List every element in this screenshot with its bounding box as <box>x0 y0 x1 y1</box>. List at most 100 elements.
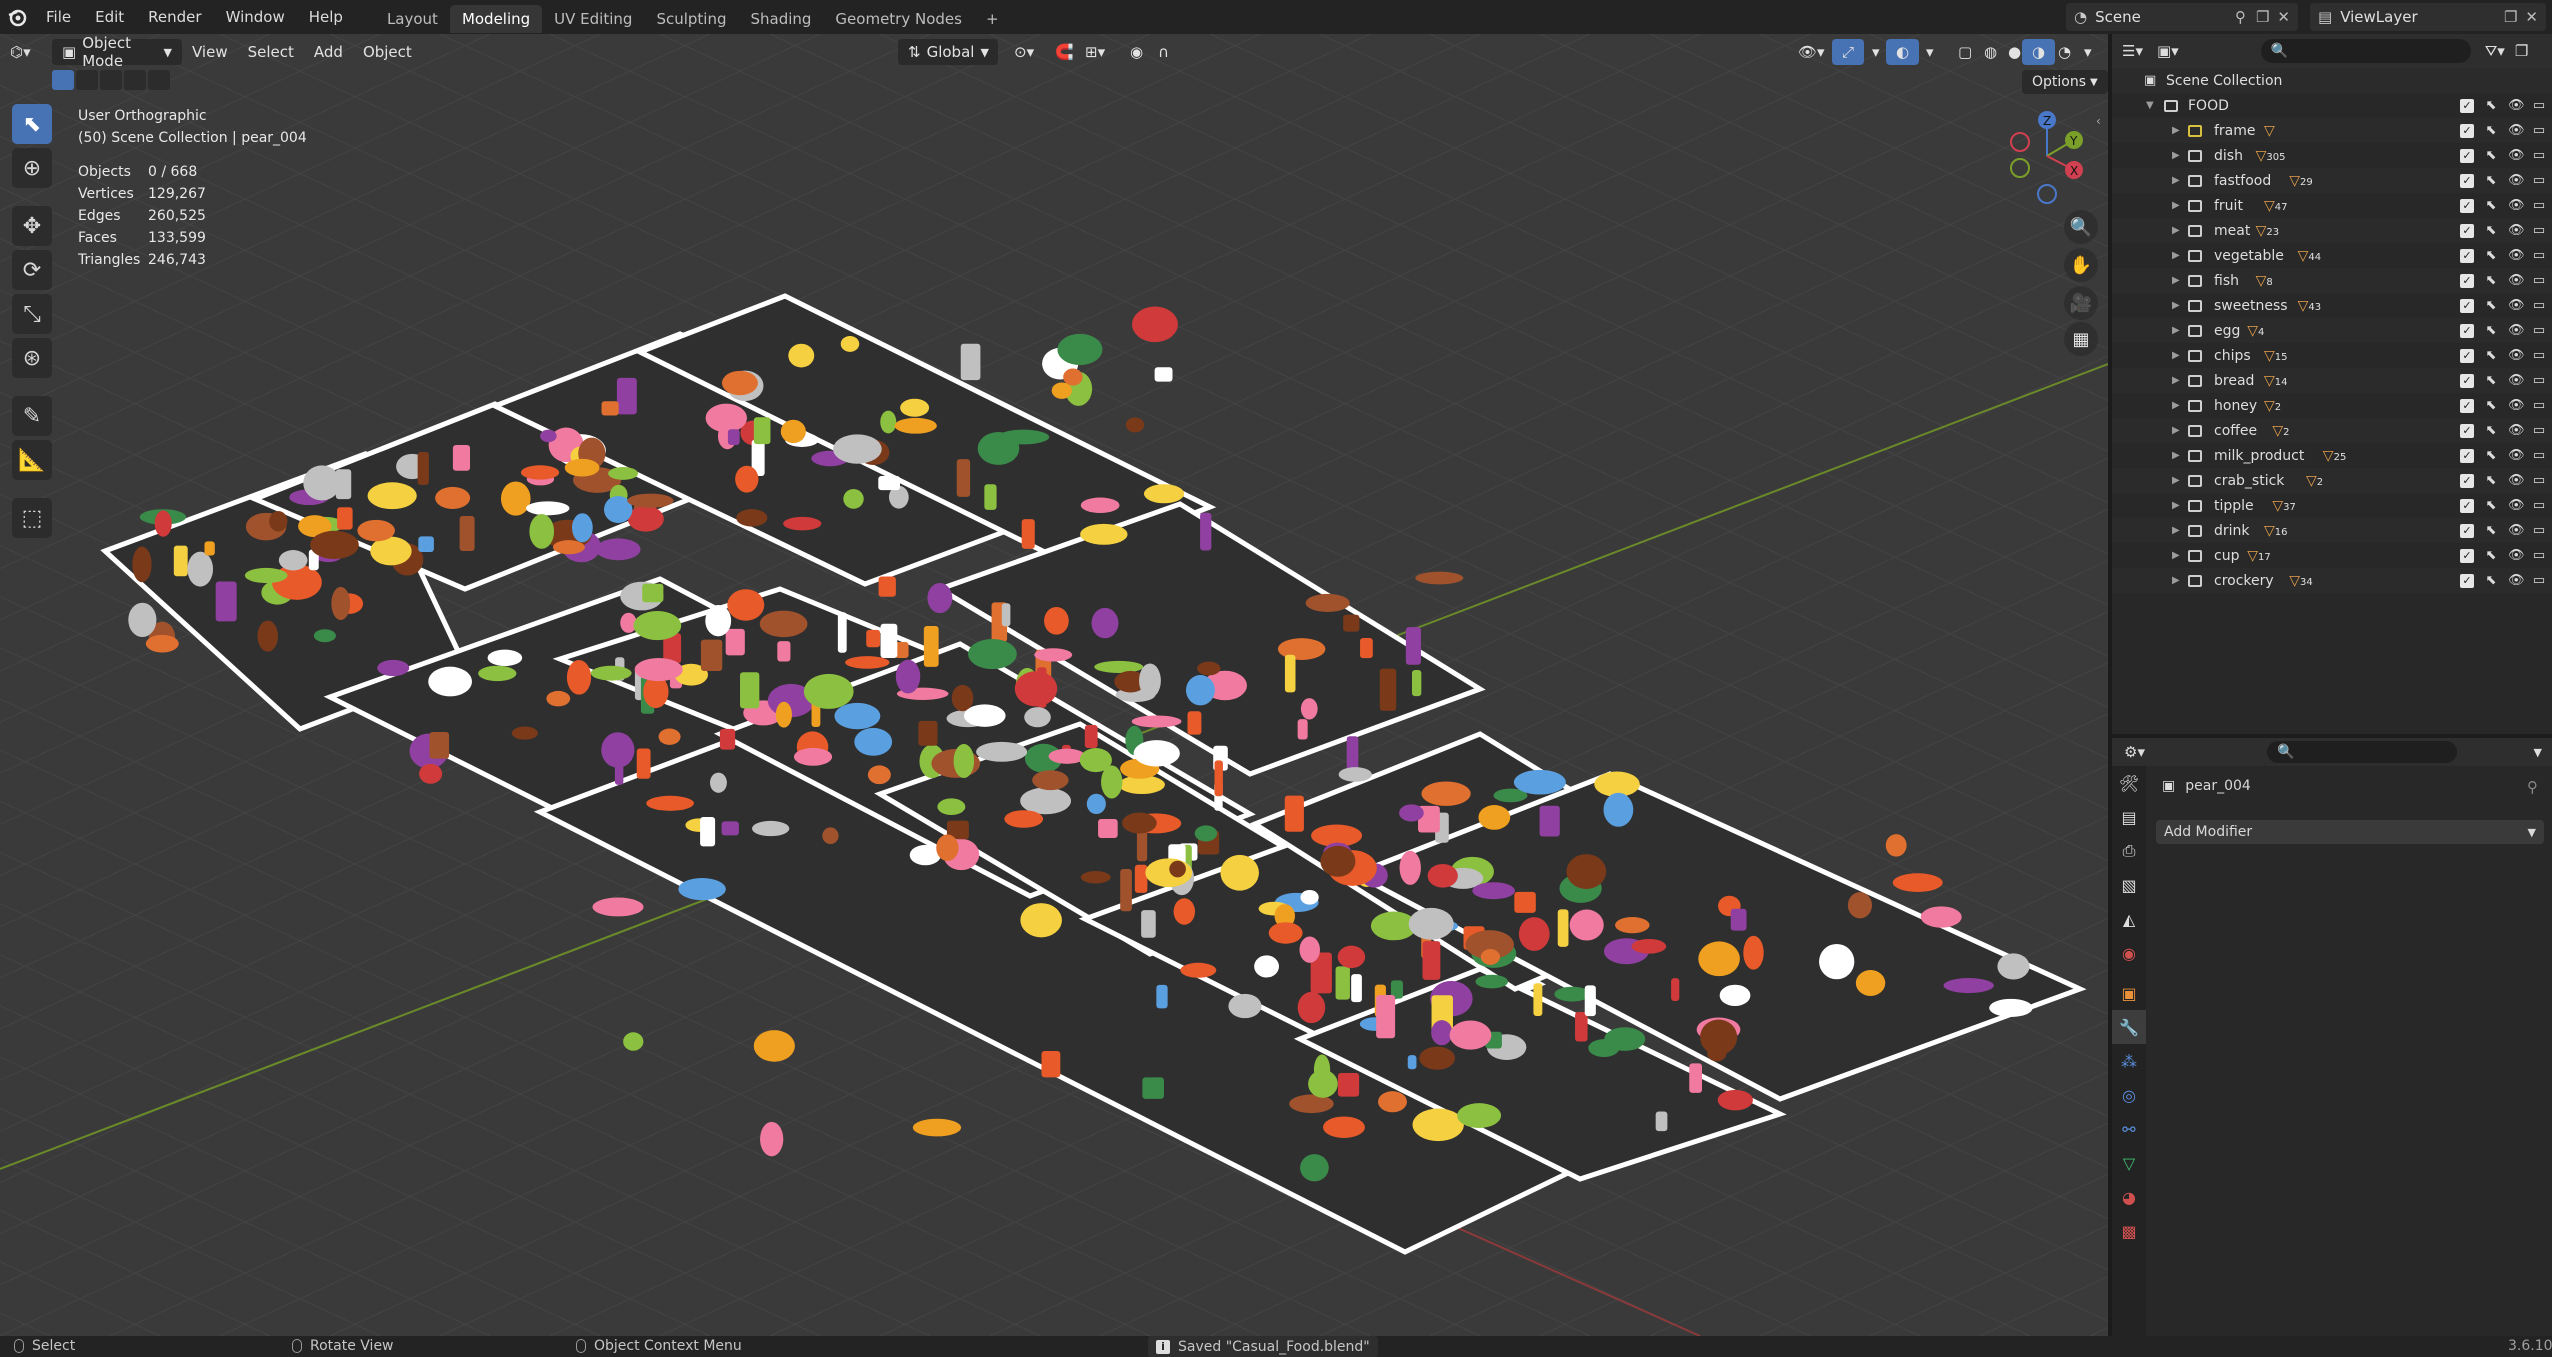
food-object[interactable] <box>1411 669 1422 697</box>
food-object[interactable] <box>244 567 288 584</box>
food-object[interactable] <box>1566 854 1607 889</box>
food-object[interactable] <box>590 665 632 681</box>
food-object[interactable] <box>377 659 410 677</box>
selectable-arrow-icon[interactable]: ⬉ <box>2484 373 2498 388</box>
expand-arrow-icon[interactable]: ▶ <box>2172 150 2180 161</box>
food-object[interactable] <box>1169 860 1186 878</box>
food-object[interactable] <box>1337 945 1366 969</box>
food-object[interactable] <box>1427 863 1458 888</box>
delete-scene-icon[interactable]: ✕ <box>2277 8 2290 26</box>
food-object[interactable] <box>1086 793 1106 815</box>
properties-editor-icon[interactable]: ⚙▾ <box>2124 743 2145 761</box>
pin-icon[interactable]: ⚲ <box>2527 778 2538 796</box>
food-object[interactable] <box>1717 1089 1753 1111</box>
gizmo-toggle-icon[interactable]: ⤢ <box>1832 39 1865 65</box>
food-object[interactable] <box>1847 892 1873 919</box>
food-object[interactable] <box>1004 810 1044 828</box>
render-monitor-icon[interactable]: ▭ <box>2532 248 2546 263</box>
food-object[interactable] <box>1588 1039 1620 1057</box>
food-object[interactable] <box>894 417 937 434</box>
food-object[interactable] <box>1671 978 1680 1002</box>
food-object[interactable] <box>984 484 997 510</box>
eye-icon[interactable]: 👁 <box>2508 98 2525 113</box>
food-object[interactable] <box>1187 711 1202 735</box>
food-object[interactable] <box>1134 864 1148 893</box>
mesh-count-badge[interactable]: ▽25 <box>2323 448 2347 464</box>
selectable-arrow-icon[interactable]: ⬉ <box>2484 498 2498 513</box>
food-object[interactable] <box>1415 571 1464 585</box>
food-object[interactable] <box>595 538 641 561</box>
food-object[interactable] <box>1405 627 1421 665</box>
food-object[interactable] <box>633 611 682 641</box>
food-object[interactable] <box>1143 484 1185 504</box>
exclude-checkbox[interactable]: ✓ <box>2460 123 2474 138</box>
food-object[interactable] <box>1024 707 1051 728</box>
food-object[interactable] <box>540 429 557 443</box>
food-object[interactable] <box>725 628 745 656</box>
tab-output[interactable]: ⎙ <box>2112 834 2146 868</box>
food-object[interactable] <box>487 649 523 667</box>
food-object[interactable] <box>923 626 939 667</box>
food-object[interactable] <box>1689 1063 1702 1093</box>
perspective-toggle-icon[interactable]: ▦ <box>2064 322 2098 356</box>
exclude-checkbox[interactable]: ✓ <box>2460 173 2474 188</box>
tab-sculpting[interactable]: Sculpting <box>644 5 738 33</box>
tab-modeling[interactable]: Modeling <box>449 4 543 33</box>
food-object[interactable] <box>1214 760 1223 797</box>
render-monitor-icon[interactable]: ▭ <box>2532 448 2546 463</box>
food-object[interactable] <box>646 795 694 811</box>
eye-icon[interactable]: 👁 <box>2508 123 2525 138</box>
food-object[interactable] <box>937 798 966 815</box>
tab-physics[interactable]: ◎ <box>2112 1078 2146 1112</box>
mesh-count-badge[interactable]: ▽29 <box>2289 173 2313 189</box>
add-modifier-dropdown[interactable]: Add Modifier ▼ <box>2156 820 2544 844</box>
mesh-count-badge[interactable]: ▽17 <box>2247 548 2271 564</box>
mesh-count-badge[interactable]: ▽14 <box>2264 373 2288 389</box>
eye-icon[interactable]: 👁 <box>2508 148 2525 163</box>
food-object[interactable] <box>1300 698 1318 720</box>
food-object[interactable] <box>1422 941 1441 980</box>
selectable-arrow-icon[interactable]: ⬉ <box>2484 573 2498 588</box>
tab-layout[interactable]: Layout <box>375 5 450 33</box>
food-object[interactable] <box>1268 922 1303 944</box>
food-object[interactable] <box>840 335 860 352</box>
selectable-arrow-icon[interactable]: ⬉ <box>2484 448 2498 463</box>
eye-icon[interactable]: 👁 <box>2508 248 2525 263</box>
food-object[interactable] <box>1154 367 1173 382</box>
outliner-search-input[interactable]: 🔍 <box>2260 39 2471 63</box>
food-object[interactable] <box>627 493 674 508</box>
food-object[interactable] <box>822 827 839 845</box>
food-object[interactable] <box>1284 795 1304 832</box>
tab-tool[interactable]: 🛠 <box>2112 766 2146 800</box>
render-monitor-icon[interactable]: ▭ <box>2532 423 2546 438</box>
tree-row-crockery[interactable]: ▶ crockery ▽34 ✓ ⬉ 👁 ▭ <box>2112 568 2552 593</box>
food-object[interactable] <box>1337 1072 1360 1097</box>
exclude-checkbox[interactable]: ✓ <box>2460 148 2474 163</box>
food-object[interactable] <box>1125 417 1145 433</box>
food-object[interactable] <box>1173 898 1196 925</box>
expand-arrow-icon[interactable]: ▶ <box>2172 225 2180 236</box>
mesh-count-badge[interactable]: ▽47 <box>2264 198 2288 214</box>
mesh-count-badge[interactable]: ▽16 <box>2264 523 2288 539</box>
render-monitor-icon[interactable]: ▭ <box>2532 173 2546 188</box>
select-new-icon[interactable] <box>52 70 74 90</box>
food-object[interactable] <box>1133 740 1180 767</box>
food-object[interactable] <box>878 576 896 597</box>
menu-select[interactable]: Select <box>238 39 304 65</box>
tree-row-honey[interactable]: ▶ honey ▽2 ✓ ⬉ 👁 ▭ <box>2112 393 2552 418</box>
food-object[interactable] <box>1132 306 1178 343</box>
food-object[interactable] <box>337 507 353 530</box>
food-object[interactable] <box>616 377 637 415</box>
food-object[interactable] <box>878 475 901 491</box>
food-object[interactable] <box>1655 1111 1668 1132</box>
food-object[interactable] <box>912 1118 962 1137</box>
food-object[interactable] <box>1297 719 1308 740</box>
food-object[interactable] <box>132 546 152 583</box>
eye-icon[interactable]: 👁 <box>2508 473 2525 488</box>
food-object[interactable] <box>1228 993 1262 1019</box>
food-object[interactable] <box>552 540 585 555</box>
selectable-arrow-icon[interactable]: ⬉ <box>2484 548 2498 563</box>
mesh-count-badge[interactable]: ▽44 <box>2298 248 2322 264</box>
food-object[interactable] <box>1335 966 1350 1000</box>
food-object[interactable] <box>709 772 727 793</box>
